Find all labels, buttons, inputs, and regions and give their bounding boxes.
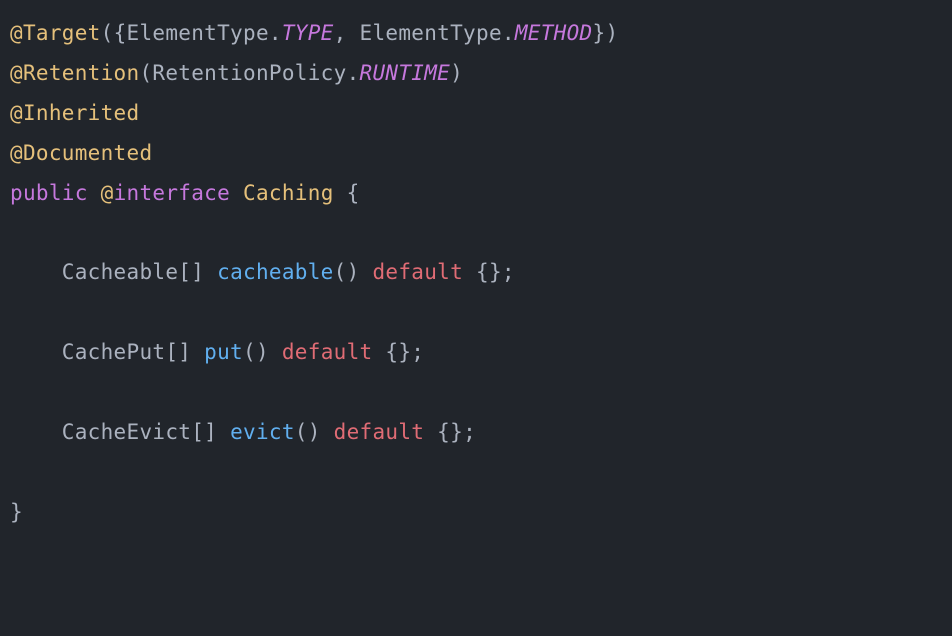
code-line-3: @Inherited	[10, 101, 139, 125]
punct: }	[10, 500, 23, 524]
punct: ,	[334, 21, 360, 45]
annotation-name: Inherited	[23, 101, 140, 125]
type-ref: ElementType	[360, 21, 502, 45]
indent	[10, 420, 62, 444]
punct: .	[269, 21, 282, 45]
indent	[10, 260, 62, 284]
annotation-at: @	[10, 141, 23, 165]
annotation-at: @	[10, 101, 23, 125]
punct: ()	[243, 340, 282, 364]
annotation-name: Retention	[23, 61, 140, 85]
punct: ()	[295, 420, 334, 444]
indent	[10, 340, 62, 364]
type-ref: CacheEvict	[62, 420, 191, 444]
annotation-at: @	[10, 61, 23, 85]
keyword-interface: interface	[114, 181, 231, 205]
space	[88, 181, 101, 205]
punct: })	[593, 21, 619, 45]
punct: {};	[372, 340, 424, 364]
punct: )	[450, 61, 463, 85]
method-name: put	[204, 340, 243, 364]
type-ref: Cacheable	[62, 260, 179, 284]
code-line-11: CacheEvict[] evict() default {};	[10, 420, 476, 444]
code-line-1: @Target({ElementType.TYPE, ElementType.M…	[10, 21, 618, 45]
type-ref: RetentionPolicy	[152, 61, 346, 85]
keyword-default: default	[372, 260, 463, 284]
punct: {};	[463, 260, 515, 284]
method-name: cacheable	[217, 260, 334, 284]
punct: ()	[334, 260, 373, 284]
code-line-2: @Retention(RetentionPolicy.RUNTIME)	[10, 61, 463, 85]
annotation-at: @	[10, 21, 23, 45]
punct: []	[191, 420, 230, 444]
code-line-9: CachePut[] put() default {};	[10, 340, 424, 364]
keyword-default: default	[282, 340, 373, 364]
keyword-public: public	[10, 181, 88, 205]
interface-name: Caching	[243, 181, 334, 205]
enum-constant: METHOD	[515, 21, 593, 45]
punct: []	[165, 340, 204, 364]
code-line-5: public @interface Caching {	[10, 181, 360, 205]
enum-constant: TYPE	[282, 21, 334, 45]
punct: .	[347, 61, 360, 85]
punct: {};	[424, 420, 476, 444]
punct: (	[139, 61, 152, 85]
code-line-13: }	[10, 500, 23, 524]
code-line-7: Cacheable[] cacheable() default {};	[10, 260, 515, 284]
punct: ({	[101, 21, 127, 45]
annotation-name: Target	[23, 21, 101, 45]
type-ref: CachePut	[62, 340, 166, 364]
space	[230, 181, 243, 205]
punct: .	[502, 21, 515, 45]
code-line-4: @Documented	[10, 141, 152, 165]
type-ref: ElementType	[127, 21, 269, 45]
punct: []	[178, 260, 217, 284]
method-name: evict	[230, 420, 295, 444]
annotation-name: Documented	[23, 141, 152, 165]
keyword-default: default	[334, 420, 425, 444]
punct: {	[334, 181, 360, 205]
code-block: @Target({ElementType.TYPE, ElementType.M…	[10, 14, 942, 533]
annotation-at: @	[101, 181, 114, 205]
enum-constant: RUNTIME	[360, 61, 451, 85]
